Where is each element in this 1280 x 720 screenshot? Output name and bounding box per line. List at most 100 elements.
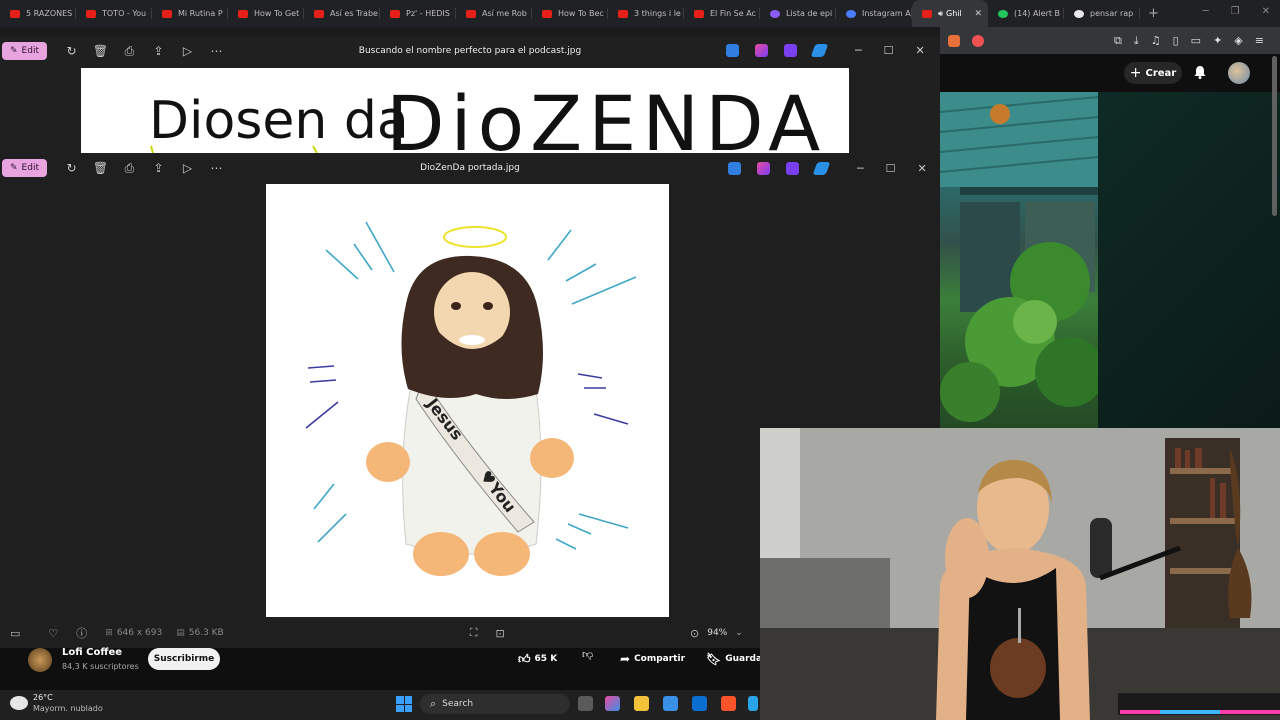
copilot-icon[interactable] — [757, 162, 770, 175]
taskbar-search[interactable]: ⌕ Search — [420, 694, 570, 714]
new-tab-button[interactable]: + — [1148, 6, 1159, 21]
more-options-icon[interactable]: ⋯ — [202, 161, 231, 175]
share-icon[interactable]: ⇪ — [144, 44, 173, 58]
favorite-icon[interactable]: ♡ — [48, 627, 58, 640]
start-button[interactable] — [396, 696, 412, 712]
edit-button[interactable]: ✎ Edit — [2, 159, 47, 177]
browser-tab[interactable]: How To Get — [228, 0, 304, 27]
browser-tab[interactable]: Instagram A — [836, 0, 912, 27]
microsoft-365-icon[interactable] — [605, 696, 620, 711]
browser-tab[interactable]: (14) Alert B — [988, 0, 1064, 27]
leo-ai-icon[interactable]: ✦ — [1213, 34, 1222, 47]
restore-icon[interactable]: ❐ — [1231, 6, 1240, 17]
actual-size-icon[interactable]: ⊡ — [495, 627, 504, 640]
zoom-control[interactable]: ⊙ 94% ⌄ — [690, 623, 750, 643]
maximize-icon[interactable]: ☐ — [886, 162, 896, 175]
minimize-icon[interactable]: ─ — [855, 44, 862, 57]
more-options-icon[interactable]: ⋯ — [202, 44, 231, 58]
browser-tab[interactable]: Mi Rutina P — [152, 0, 228, 27]
edit-icon: ✎ — [10, 46, 18, 56]
tab-label: Mi Rutina P — [178, 9, 223, 18]
download-icon[interactable]: ⤓ — [1134, 34, 1139, 48]
telegram-icon[interactable] — [748, 696, 758, 711]
info-icon[interactable]: ⓘ — [76, 625, 87, 641]
channel-name[interactable]: Lofi Coffee — [62, 647, 122, 658]
subscribe-button[interactable]: Suscribirme — [148, 648, 220, 670]
browser-tab[interactable]: How To Bec — [532, 0, 608, 27]
tab-sidebar-icon[interactable]: ⧉ — [1114, 34, 1122, 48]
svg-text:Diosen da: Diosen da — [149, 91, 409, 151]
weather-cloud-icon[interactable] — [10, 696, 28, 710]
vpn-icon[interactable]: ◈ — [1234, 34, 1242, 47]
browser-tab[interactable]: Pz' - HEDIS — [380, 0, 456, 27]
speaker-icon[interactable]: 🔊︎ — [938, 9, 943, 19]
menu-icon[interactable]: ≡ — [1255, 34, 1264, 47]
close-icon[interactable]: ✕ — [1262, 6, 1270, 17]
print-icon[interactable]: ⎙ — [115, 161, 144, 176]
rotate-icon[interactable]: ↻ — [57, 161, 86, 175]
browser-tab[interactable]: TOTO - You — [76, 0, 152, 27]
purple-icon — [770, 9, 780, 18]
brave-shield-icon[interactable] — [948, 34, 960, 47]
thumbs-up-icon: 👍︎ — [518, 651, 531, 666]
share-button[interactable]: ➦ Compartir — [620, 648, 690, 670]
delete-icon[interactable]: 🗑 — [86, 161, 115, 175]
brave-browser-icon[interactable] — [721, 696, 736, 711]
print-icon[interactable]: ⎙ — [115, 44, 144, 59]
task-view-icon[interactable] — [578, 696, 593, 711]
clipchamp-icon[interactable] — [786, 162, 799, 175]
copilot-icon[interactable] — [755, 44, 768, 57]
weather-temperature[interactable]: 26°C — [33, 693, 53, 702]
fit-to-window-icon[interactable]: ⛶ — [470, 626, 478, 640]
minimize-icon[interactable]: ─ — [1203, 6, 1209, 17]
close-icon[interactable]: ✕ — [916, 44, 925, 57]
browser-tab[interactable]: Así es Trabe — [304, 0, 380, 27]
youtube-icon — [162, 9, 172, 18]
tab-label: Lista de epi — [786, 9, 833, 18]
tab-label: TOTO - You — [102, 9, 147, 18]
minimize-icon[interactable]: ─ — [857, 162, 864, 175]
browser-tab[interactable]: 5 RAZONES — [0, 0, 76, 27]
designer-icon[interactable] — [728, 162, 741, 175]
filmstrip-icon[interactable]: ▭ — [10, 627, 20, 640]
brave-rewards-icon[interactable] — [972, 34, 984, 47]
slideshow-icon[interactable]: ▷ — [173, 161, 202, 175]
designer-icon[interactable] — [726, 44, 739, 57]
page-scrollbar[interactable] — [1272, 56, 1277, 216]
tab-label: Pz' - HEDIS — [406, 9, 450, 18]
share-icon[interactable]: ⇪ — [144, 161, 173, 175]
dislike-button[interactable]: 👎︎ — [582, 648, 602, 670]
music-icon[interactable]: ♫ — [1151, 34, 1161, 47]
user-avatar[interactable] — [1228, 62, 1250, 84]
file-explorer-icon[interactable] — [634, 696, 649, 711]
store-icon[interactable] — [663, 696, 678, 711]
browser-tab[interactable]: Lista de epi — [760, 0, 836, 27]
video-thumbnail[interactable] — [940, 92, 1098, 428]
browser-tab[interactable]: pensar rap — [1064, 0, 1140, 27]
outlook-icon[interactable] — [692, 696, 707, 711]
browser-tab[interactable]: Así me Rob — [456, 0, 532, 27]
onedrive-icon[interactable] — [810, 44, 829, 57]
clipchamp-icon[interactable] — [784, 44, 797, 57]
youtube-icon — [618, 9, 628, 18]
wallet-icon[interactable]: ▭ — [1191, 34, 1201, 47]
browser-tab[interactable]: El Fin Se Ac — [684, 0, 760, 27]
browser-tab[interactable]: 🔊︎ Ghil ✕ — [912, 0, 988, 27]
edit-button[interactable]: ✎ Edit — [2, 42, 47, 60]
maximize-icon[interactable]: ☐ — [884, 44, 894, 57]
rotate-icon[interactable]: ↻ — [57, 44, 86, 58]
weather-description[interactable]: Mayorm. nublado — [33, 704, 103, 713]
close-tab-icon[interactable]: ✕ — [974, 9, 982, 19]
notifications-bell-icon[interactable] — [1192, 64, 1208, 80]
channel-avatar[interactable] — [28, 648, 52, 672]
close-icon[interactable]: ✕ — [918, 162, 927, 175]
browser-tab[interactable]: 3 things i le — [608, 0, 684, 27]
delete-icon[interactable]: 🗑 — [86, 44, 115, 58]
save-button[interactable]: 🔖︎ Guardar — [706, 648, 767, 670]
onedrive-icon[interactable] — [812, 162, 831, 175]
sidebar-icon[interactable]: ▯ — [1173, 34, 1179, 47]
create-button[interactable]: + Crear — [1124, 62, 1182, 84]
chevron-down-icon: ⌄ — [735, 628, 743, 638]
slideshow-icon[interactable]: ▷ — [173, 44, 202, 58]
like-button[interactable]: 👍︎ 65 K — [518, 648, 578, 670]
